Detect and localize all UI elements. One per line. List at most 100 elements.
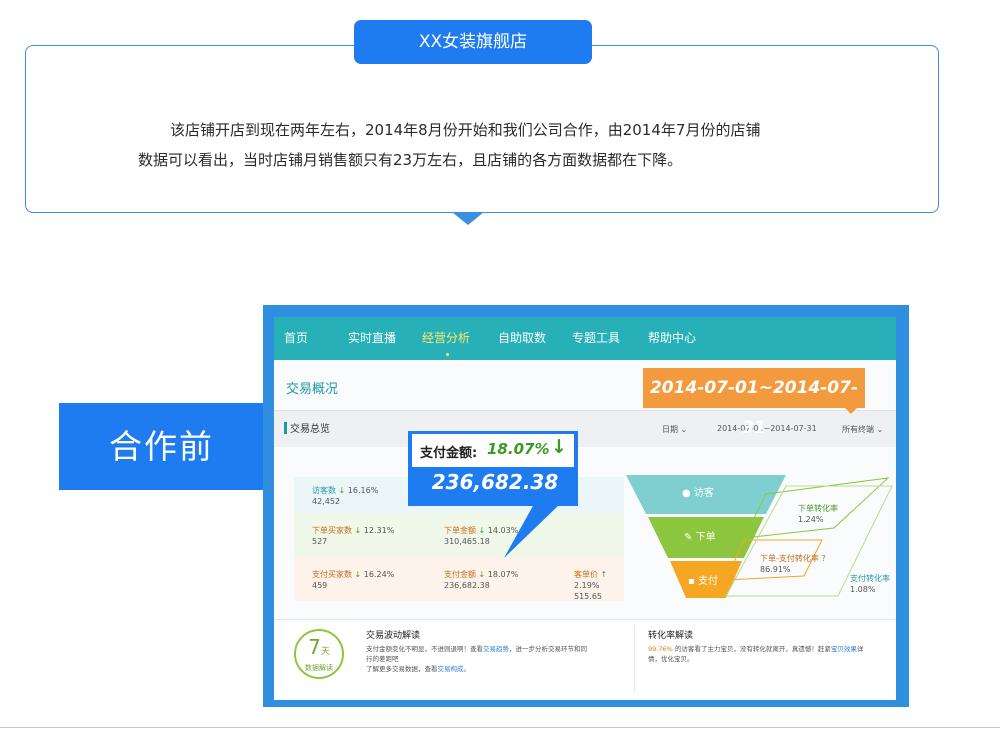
- metric-pay-buyers: 支付买家数 ↓ 16.24% 459: [312, 569, 394, 591]
- active-nav-indicator: [446, 353, 449, 356]
- date-callout-tail: [843, 406, 859, 414]
- intro-line-2: 数据可以看出，当时店铺月销售额只有23万左右，且店铺的各方面数据都在下降。: [138, 151, 683, 169]
- funnel-visit-label: ● 访客: [682, 484, 714, 499]
- metric-label: 客单价: [574, 570, 598, 579]
- conversion-line-1a: 的访客看了主力宝贝，没有转化就离开，真遗憾！赶紧: [674, 645, 831, 653]
- top-nav: 首页 实时直播 经营分析 自助取数 专题工具 帮助中心: [274, 317, 896, 360]
- metric-label: 支付金额: [444, 570, 476, 579]
- pay-callout-pct: 18.07%: [487, 440, 550, 458]
- wave-text: 支付金额变化不明显，不进则退啊！查看交易趋势，进一步分析交易环节和同 行的差距吧…: [366, 644, 626, 674]
- order-pay-rate: 下单-支付转化率 ? 86.91%: [760, 553, 826, 575]
- funnel-visit-text: 访客: [693, 488, 714, 499]
- date-range-text[interactable]: 2014-07-01~2014-07-31: [717, 424, 817, 433]
- wave-line-3a: 了解更多交易数据，查看: [366, 665, 438, 673]
- metric-value: 236,682.38: [444, 581, 490, 590]
- funnel-order-text: 下单: [695, 532, 716, 543]
- down-arrow-icon: ↓: [354, 526, 362, 535]
- down-arrow-icon: ↓: [354, 570, 362, 579]
- pay-rate-label: 支付转化率: [850, 574, 890, 583]
- metric-value: 459: [312, 581, 328, 590]
- metric-row-orders: 下单买家数 ↓ 12.31% 527 下单金额 ↓ 14.03% 310,465…: [294, 513, 624, 557]
- nav-item-home[interactable]: 首页: [284, 317, 308, 360]
- metric-pct: 2.19%: [574, 581, 600, 590]
- wave-line-3b: 。: [463, 665, 471, 673]
- metric-pct: 16.16%: [347, 486, 379, 495]
- down-arrow-icon: ↓: [478, 570, 486, 579]
- date-range-callout: 2014-07-01~2014-07-31: [643, 368, 865, 438]
- conversion-title: 转化率解读: [648, 631, 694, 641]
- metric-value: 527: [312, 537, 328, 546]
- wave-line-1a: 支付金额变化不明显，不进则退啊！查看: [366, 645, 483, 653]
- intro-text: 该店铺开店到现在两年左右，2014年8月份开始和我们公司合作，由2014年7月份…: [130, 115, 850, 175]
- terminal-dropdown[interactable]: 所有终端 ⌄: [842, 424, 883, 435]
- wave-title: 交易波动解读: [366, 631, 421, 641]
- funnel-order-label: ✎ 下单: [684, 528, 716, 543]
- down-arrow-icon: ↓: [478, 526, 486, 535]
- nav-item-live[interactable]: 实时直播: [348, 317, 396, 360]
- user-icon: ●: [682, 488, 691, 499]
- composition-link[interactable]: 交易构成: [438, 665, 464, 673]
- metric-unit-price: 客单价 ↑ 2.19% 515.65: [574, 569, 624, 602]
- metric-pct: 12.31%: [363, 526, 395, 535]
- conversion-text: 99.76% 的访客看了主力宝贝，没有转化就离开，真遗憾！赶紧宝贝效果详 情，优…: [648, 644, 894, 664]
- chevron-down-icon: ⌄: [876, 425, 884, 434]
- hammer-icon: ✎: [684, 532, 693, 543]
- nav-item-tools[interactable]: 专题工具: [572, 317, 620, 360]
- metric-pct: 16.24%: [363, 570, 395, 579]
- wave-line-1b: ，进一步分析交易环节和同: [509, 645, 587, 653]
- seven-day-badge: 7天 数据解读: [294, 629, 344, 679]
- funnel-pay-label: ▪ 支付: [688, 572, 718, 587]
- terminal-label: 所有终端: [842, 425, 874, 434]
- before-cooperation-label: 合作前: [59, 403, 264, 490]
- card-pointer: [452, 212, 484, 225]
- metric-label: 下单买家数: [312, 526, 352, 535]
- store-title-tab: XX女装旗舰店: [354, 20, 592, 64]
- order-rate-label: 下单转化率: [798, 504, 838, 513]
- metric-pay-amount: 支付金额 ↓ 18.07% 236,682.38: [444, 569, 518, 591]
- pay-callout-pointer: [504, 504, 560, 558]
- down-arrow-icon: ↓: [551, 436, 567, 458]
- conversion-line-1b: 详: [856, 645, 864, 653]
- overview-title: 交易总览: [290, 424, 330, 435]
- metric-pct: 18.07%: [487, 570, 519, 579]
- intro-line-1: 该店铺开店到现在两年左右，2014年8月份开始和我们公司合作，由2014年7月份…: [170, 121, 761, 139]
- wave-line-2: 行的差距吧: [366, 655, 399, 663]
- nav-item-help[interactable]: 帮助中心: [648, 317, 696, 360]
- subbar-accent: [284, 422, 287, 434]
- order-pay-rate-value: 86.91%: [760, 565, 791, 574]
- metric-value: 515.65: [574, 592, 602, 601]
- metric-label: 访客数: [312, 486, 336, 495]
- item-effect-link[interactable]: 宝贝效果: [831, 645, 857, 653]
- conversion-line-2: 情，优化宝贝。: [648, 655, 694, 663]
- funnel-pay-text: 支付: [697, 576, 718, 587]
- metric-row-payments: 支付买家数 ↓ 16.24% 459 支付金额 ↓ 18.07% 236,682…: [294, 557, 624, 601]
- badge-caption: 数据解读: [305, 664, 333, 672]
- pay-callout-amount: 236,682.38: [431, 470, 559, 494]
- order-rate-value: 1.24%: [798, 515, 824, 524]
- metric-label: 下单金额: [444, 526, 476, 535]
- pay-callout-label: 支付金额:: [420, 446, 478, 461]
- pay-rate-value: 1.08%: [850, 585, 876, 594]
- badge-number: 7天: [308, 635, 330, 659]
- period-label: 日期: [662, 425, 678, 434]
- chevron-down-icon: ⌄: [680, 425, 688, 434]
- trend-link[interactable]: 交易趋势: [483, 645, 509, 653]
- card-icon: ▪: [688, 576, 695, 587]
- nav-item-self-service[interactable]: 自助取数: [498, 317, 546, 360]
- metric-visitors: 访客数 ↓ 16.16% 42,452: [312, 485, 378, 507]
- help-icon[interactable]: ?: [821, 554, 825, 563]
- period-dropdown[interactable]: 日期 ⌄: [662, 424, 687, 435]
- metric-value: 42,452: [312, 497, 340, 506]
- order-rate: 下单转化率 1.24%: [798, 503, 838, 525]
- pay-rate: 支付转化率 1.08%: [850, 573, 890, 595]
- metric-order-buyers: 下单买家数 ↓ 12.31% 527: [312, 525, 394, 547]
- order-pay-rate-label: 下单-支付转化率: [760, 554, 819, 563]
- section-title: 交易概况: [286, 382, 339, 397]
- metric-value: 310,465.18: [444, 537, 490, 546]
- conversion-highlight: 99.76%: [648, 645, 673, 653]
- down-arrow-icon: ↓: [338, 486, 346, 495]
- metric-label: 支付买家数: [312, 570, 352, 579]
- page-bottom-line: [0, 727, 1000, 728]
- bottom-divider: [634, 625, 635, 691]
- up-arrow-icon: ↑: [600, 570, 608, 579]
